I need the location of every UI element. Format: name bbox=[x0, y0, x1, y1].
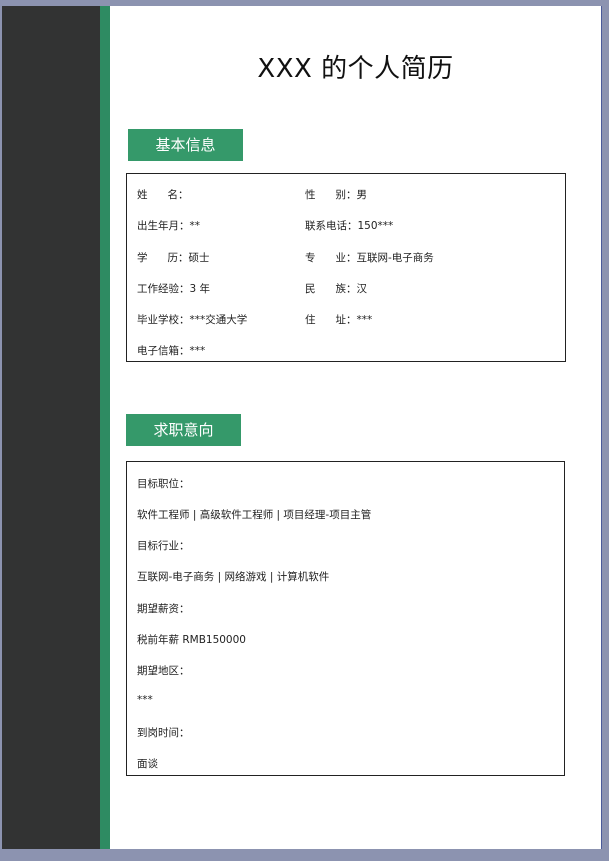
label-part: 姓 bbox=[137, 189, 148, 201]
field-email: 电子信箱：*** bbox=[137, 343, 205, 358]
page-title: XXX 的个人简历 bbox=[257, 54, 454, 84]
intent-line: 面谈 bbox=[137, 758, 158, 770]
field-phone: 联系电话：150*** bbox=[305, 218, 393, 233]
field-value: *** bbox=[356, 314, 373, 326]
resume-page: XXX 的个人简历 基本信息 姓名： 性别：男 出生年月：** 联系电话：150… bbox=[2, 6, 602, 849]
label-separator: ： bbox=[347, 220, 358, 232]
intent-line: 目标行业： bbox=[137, 540, 190, 552]
label-part: 性 bbox=[305, 189, 316, 201]
intent-line: 到岗时间： bbox=[137, 727, 190, 739]
label-separator: ： bbox=[179, 345, 190, 357]
label-separator: ： bbox=[346, 314, 357, 326]
field-value: 硕士 bbox=[188, 252, 210, 264]
field-degree: 学 历：硕士 bbox=[137, 250, 210, 265]
field-value: 150*** bbox=[357, 220, 394, 232]
intent-line: *** bbox=[137, 694, 153, 706]
intent-line: 税前年薪 RMB150000 bbox=[137, 634, 246, 646]
label-separator: ： bbox=[178, 189, 189, 201]
field-label: 出生年月 bbox=[137, 220, 179, 232]
label-part: 址 bbox=[335, 314, 347, 326]
label-part: 名 bbox=[167, 189, 179, 201]
field-ethnicity: 民 族：汉 bbox=[305, 281, 367, 296]
field-major: 专 业：互联网-电子商务 bbox=[305, 250, 434, 265]
field-value: *** bbox=[189, 345, 206, 357]
field-label: 毕业学校 bbox=[137, 314, 179, 326]
field-school: 毕业学校：***交通大学 bbox=[137, 312, 247, 327]
label-separator: ： bbox=[346, 283, 357, 295]
label-part: 族 bbox=[335, 283, 347, 295]
label-separator: ： bbox=[346, 189, 357, 201]
label-part: 业 bbox=[335, 252, 347, 264]
label-part: 民 bbox=[305, 283, 316, 295]
job-intent-box: 目标职位： 软件工程师 | 高级软件工程师 | 项目经理-项目主管 目标行业： … bbox=[126, 461, 565, 776]
field-gender: 性 别：男 bbox=[305, 187, 367, 202]
label-separator: ： bbox=[178, 252, 189, 264]
field-label: 联系电话 bbox=[305, 220, 347, 232]
field-value: ***交通大学 bbox=[189, 314, 248, 326]
intent-line: 软件工程师 | 高级软件工程师 | 项目经理-项目主管 bbox=[137, 509, 372, 521]
label-separator: ： bbox=[179, 220, 190, 232]
intent-line: 期望地区： bbox=[137, 665, 190, 677]
field-value: 互联网-电子商务 bbox=[356, 252, 434, 264]
intent-line: 期望薪资： bbox=[137, 603, 190, 615]
field-value: 汉 bbox=[356, 283, 368, 295]
field-name: 姓 名： bbox=[137, 187, 189, 202]
label-separator: ： bbox=[179, 314, 190, 326]
field-value: 男 bbox=[356, 189, 368, 201]
basic-info-box: 姓名： 性别：男 出生年月：** 联系电话：150*** 学历：硕士 专业：互联… bbox=[126, 173, 566, 362]
field-label: 电子信箱 bbox=[137, 345, 179, 357]
sidebar-green-strip bbox=[100, 6, 110, 849]
label-part: 住 bbox=[305, 314, 316, 326]
label-part: 历 bbox=[167, 252, 179, 264]
label-separator: ： bbox=[346, 252, 357, 264]
intent-line: 目标职位： bbox=[137, 478, 190, 490]
field-value: ** bbox=[189, 220, 201, 232]
field-experience: 工作经验：3 年 bbox=[137, 281, 210, 296]
label-separator: ： bbox=[179, 283, 190, 295]
basic-info-heading: 基本信息 bbox=[128, 129, 243, 161]
field-label: 工作经验 bbox=[137, 283, 179, 295]
label-part: 学 bbox=[137, 252, 148, 264]
field-address: 住 址：*** bbox=[305, 312, 372, 327]
job-intent-heading: 求职意向 bbox=[126, 414, 241, 446]
sidebar-dark-strip bbox=[2, 6, 100, 849]
label-part: 专 bbox=[305, 252, 316, 264]
field-birth: 出生年月：** bbox=[137, 218, 200, 233]
field-value: 3 年 bbox=[189, 283, 211, 295]
label-part: 别 bbox=[335, 189, 347, 201]
intent-line: 互联网-电子商务 | 网络游戏 | 计算机软件 bbox=[137, 571, 330, 583]
